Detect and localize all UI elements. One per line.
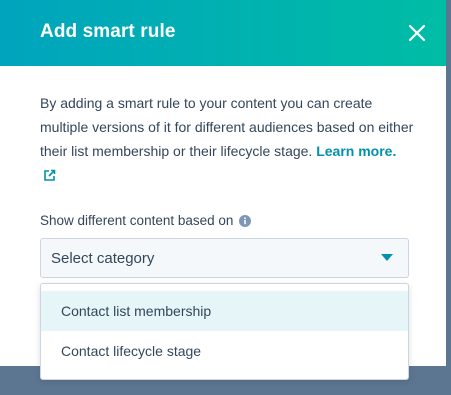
learn-more-link[interactable]: Learn more. <box>316 143 396 159</box>
modal-title: Add smart rule <box>40 21 176 42</box>
option-contact-lifecycle-stage[interactable]: Contact lifecycle stage <box>41 331 408 371</box>
category-select[interactable]: Select category <box>40 238 409 278</box>
select-value: Select category <box>51 250 155 267</box>
option-contact-list-membership[interactable]: Contact list membership <box>41 291 408 331</box>
option-label: Contact lifecycle stage <box>61 343 202 359</box>
close-button[interactable] <box>400 18 434 48</box>
option-label: Contact list membership <box>61 303 212 319</box>
modal-header: Add smart rule <box>0 0 446 66</box>
field-label: Show different content based on <box>40 213 252 228</box>
field-label-text: Show different content based on <box>40 213 234 228</box>
external-link-icon[interactable] <box>43 169 56 182</box>
modal-description: By adding a smart rule to your content y… <box>40 91 415 187</box>
info-icon[interactable] <box>239 214 252 227</box>
caret-down-icon <box>381 254 393 261</box>
category-dropdown: Contact list membership Contact lifecycl… <box>40 283 409 380</box>
close-icon <box>408 24 426 42</box>
